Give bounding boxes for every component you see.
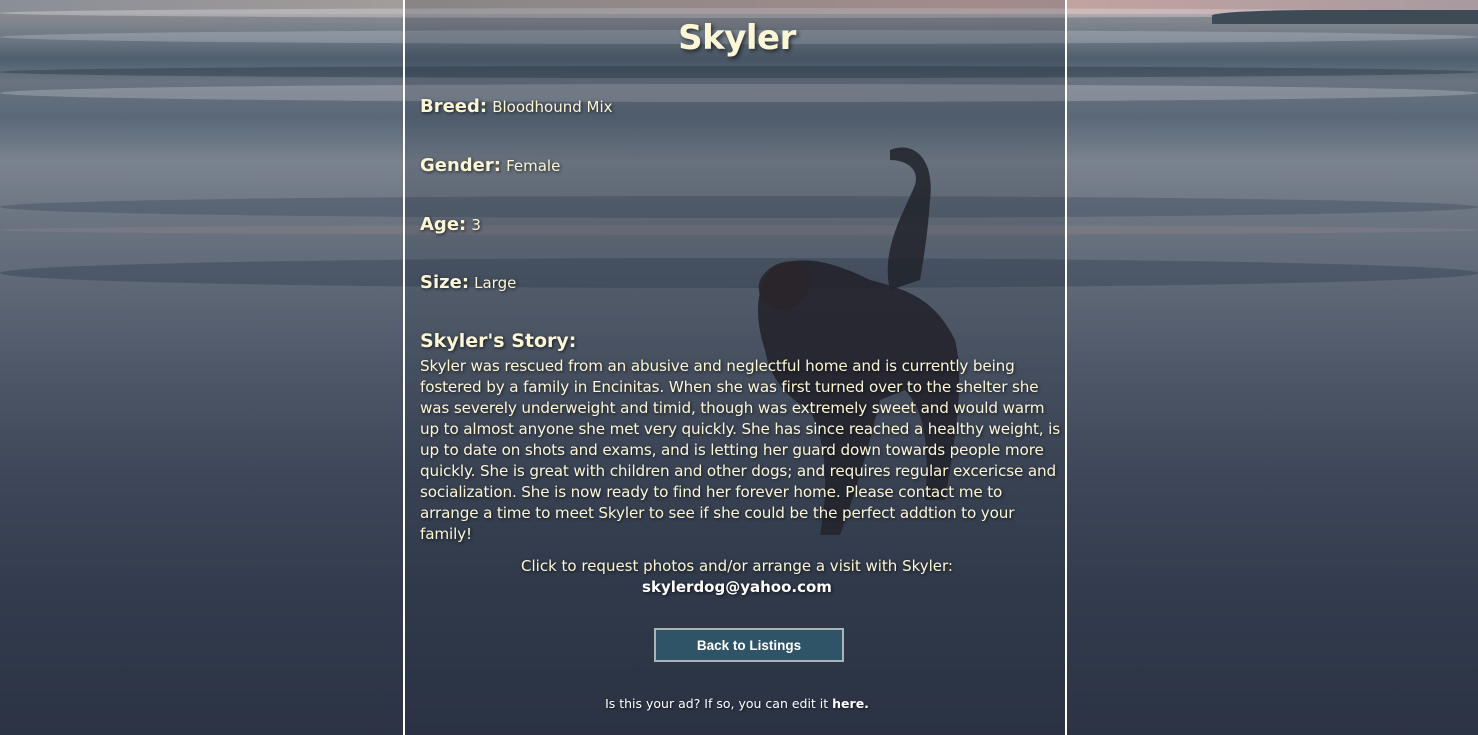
breed-field: Breed: Bloodhound Mix [420, 96, 613, 117]
breed-label: Breed: [420, 96, 488, 117]
story-text: Skyler was rescued from an abusive and n… [420, 357, 1060, 543]
edit-ad-link[interactable]: here. [832, 696, 869, 711]
email-link[interactable]: skylerdog@yahoo.com [405, 577, 1069, 598]
breed-value: Bloodhound Mix [492, 98, 613, 116]
pier-silhouette [1212, 10, 1478, 24]
age-label: Age: [420, 214, 467, 235]
age-value: 3 [471, 216, 481, 234]
size-label: Size: [420, 272, 470, 293]
gender-label: Gender: [420, 155, 501, 176]
gender-field: Gender: Female [420, 155, 560, 176]
page-title: Skyler [678, 18, 796, 58]
footer-note-text: Is this your ad? If so, you can edit it [605, 696, 833, 711]
contact-prompt: Click to request photos and/or arrange a… [521, 557, 953, 575]
size-field: Size: Large [420, 272, 516, 293]
footer-note: Is this your ad? If so, you can edit it … [405, 696, 1069, 711]
story-heading: Skyler's Story: [420, 330, 577, 352]
listing-panel: Skyler Breed: Bloodhound Mix Gender: Fem… [403, 0, 1067, 735]
size-value: Large [474, 274, 517, 292]
contact-section: Click to request photos and/or arrange a… [405, 556, 1069, 598]
gender-value: Female [506, 157, 561, 175]
back-to-listings-button[interactable]: Back to Listings [654, 628, 844, 662]
age-field: Age: 3 [420, 214, 481, 235]
